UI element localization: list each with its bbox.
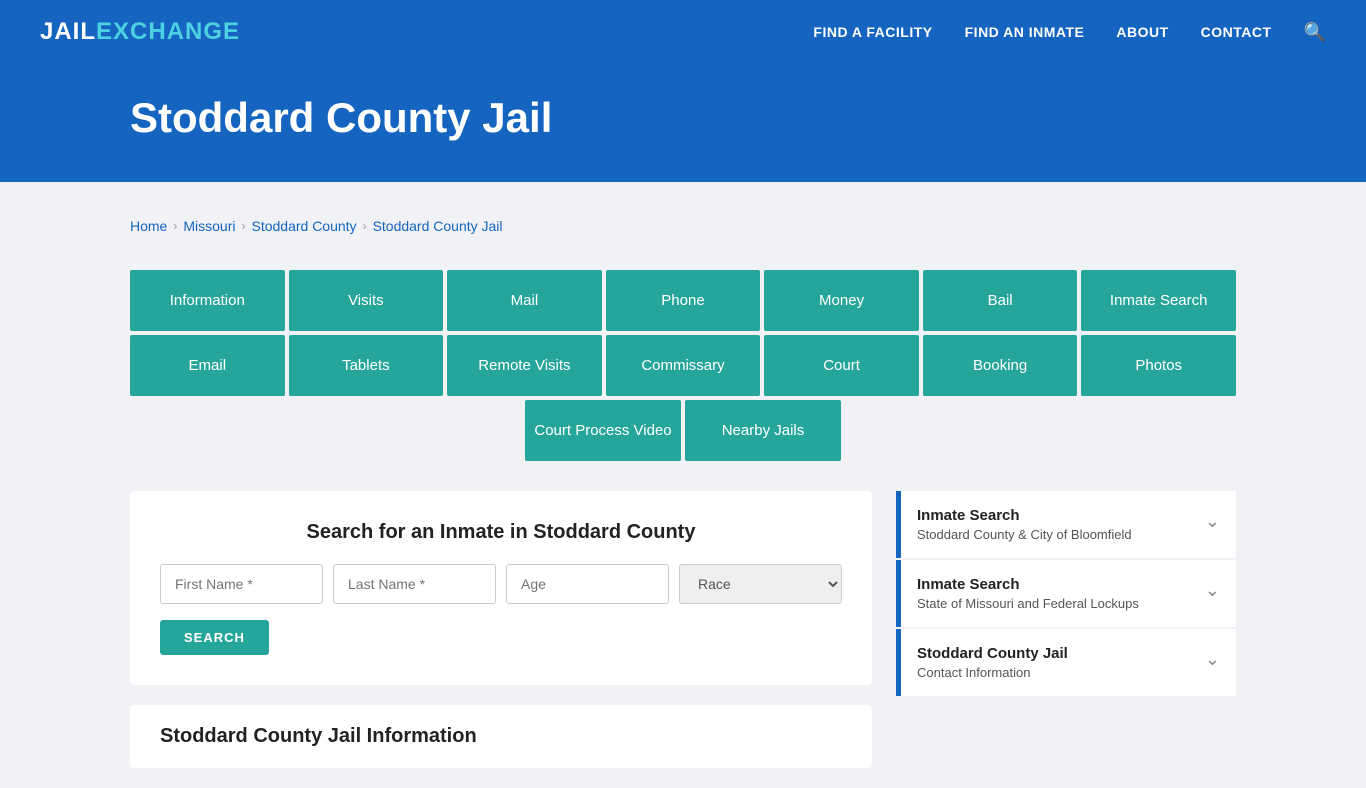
content-wrapper: Home › Missouri › Stoddard County › Stod… — [0, 182, 1366, 788]
main-layout: Search for an Inmate in Stoddard County … — [130, 491, 1236, 768]
tab-tablets[interactable]: Tablets — [289, 335, 444, 396]
sidebar: Inmate Search Stoddard County & City of … — [896, 491, 1236, 698]
chevron-down-icon-1: ⌄ — [1205, 580, 1220, 601]
search-icon[interactable]: 🔍 — [1304, 22, 1326, 43]
tabs-row-3: Court Process Video Nearby Jails — [130, 400, 1236, 461]
nav-find-inmate[interactable]: FIND AN INMATE — [965, 24, 1085, 40]
search-title: Search for an Inmate in Stoddard County — [160, 521, 842, 544]
search-button[interactable]: SEARCH — [160, 620, 269, 655]
inmate-search-box: Search for an Inmate in Stoddard County … — [130, 491, 872, 685]
info-title: Stoddard County Jail Information — [160, 725, 842, 748]
tab-booking[interactable]: Booking — [923, 335, 1078, 396]
tab-mail[interactable]: Mail — [447, 270, 602, 331]
age-input[interactable] — [506, 564, 669, 604]
last-name-input[interactable] — [333, 564, 496, 604]
main-nav: FIND A FACILITY FIND AN INMATE ABOUT CON… — [813, 22, 1326, 43]
logo-exchange: EXCHANGE — [96, 18, 240, 46]
tab-commissary[interactable]: Commissary — [606, 335, 761, 396]
tab-information[interactable]: Information — [130, 270, 285, 331]
first-name-input[interactable] — [160, 564, 323, 604]
tab-court[interactable]: Court — [764, 335, 919, 396]
nav-find-facility[interactable]: FIND A FACILITY — [813, 24, 932, 40]
tabs-row-2: Email Tablets Remote Visits Commissary C… — [130, 335, 1236, 396]
breadcrumb-sep-3: › — [363, 219, 367, 233]
breadcrumb-current[interactable]: Stoddard County Jail — [373, 218, 503, 234]
sidebar-item-title-2: Stoddard County Jail — [917, 645, 1068, 662]
tabs-row-1: Information Visits Mail Phone Money Bail… — [130, 270, 1236, 331]
breadcrumb: Home › Missouri › Stoddard County › Stod… — [130, 202, 1236, 250]
tab-inmate-search[interactable]: Inmate Search — [1081, 270, 1236, 331]
tab-court-process-video[interactable]: Court Process Video — [525, 400, 681, 461]
sidebar-item-sub-1: State of Missouri and Federal Lockups — [917, 596, 1139, 611]
tab-remote-visits[interactable]: Remote Visits — [447, 335, 602, 396]
tab-nearby-jails[interactable]: Nearby Jails — [685, 400, 841, 461]
sidebar-item-sub-0: Stoddard County & City of Bloomfield — [917, 527, 1132, 542]
info-section: Stoddard County Jail Information — [130, 705, 872, 768]
tab-money[interactable]: Money — [764, 270, 919, 331]
tab-bail[interactable]: Bail — [923, 270, 1078, 331]
search-form: Race — [160, 564, 842, 604]
nav-contact[interactable]: CONTACT — [1201, 24, 1272, 40]
chevron-down-icon-0: ⌄ — [1205, 511, 1220, 532]
tab-photos[interactable]: Photos — [1081, 335, 1236, 396]
header: JAIL EXCHANGE FIND A FACILITY FIND AN IN… — [0, 0, 1366, 64]
breadcrumb-sep-2: › — [241, 219, 245, 233]
tab-email[interactable]: Email — [130, 335, 285, 396]
sidebar-item-text-0: Inmate Search Stoddard County & City of … — [917, 507, 1132, 542]
breadcrumb-missouri[interactable]: Missouri — [183, 218, 235, 234]
breadcrumb-sep-1: › — [173, 219, 177, 233]
sidebar-item-1[interactable]: Inmate Search State of Missouri and Fede… — [896, 560, 1236, 627]
race-select[interactable]: Race — [679, 564, 842, 604]
logo-jail: JAIL — [40, 18, 96, 46]
sidebar-item-title-1: Inmate Search — [917, 576, 1139, 593]
main-left: Search for an Inmate in Stoddard County … — [130, 491, 872, 768]
sidebar-item-0[interactable]: Inmate Search Stoddard County & City of … — [896, 491, 1236, 558]
page-title: Stoddard County Jail — [130, 94, 1326, 142]
nav-about[interactable]: ABOUT — [1116, 24, 1168, 40]
tab-visits[interactable]: Visits — [289, 270, 444, 331]
sidebar-item-text-2: Stoddard County Jail Contact Information — [917, 645, 1068, 680]
tab-phone[interactable]: Phone — [606, 270, 761, 331]
hero-section: Stoddard County Jail — [0, 64, 1366, 182]
chevron-down-icon-2: ⌄ — [1205, 649, 1220, 670]
logo[interactable]: JAIL EXCHANGE — [40, 18, 240, 46]
breadcrumb-home[interactable]: Home — [130, 218, 167, 234]
sidebar-item-title-0: Inmate Search — [917, 507, 1132, 524]
sidebar-item-sub-2: Contact Information — [917, 665, 1068, 680]
sidebar-item-2[interactable]: Stoddard County Jail Contact Information… — [896, 629, 1236, 696]
sidebar-item-text-1: Inmate Search State of Missouri and Fede… — [917, 576, 1139, 611]
breadcrumb-stoddard-county[interactable]: Stoddard County — [251, 218, 356, 234]
